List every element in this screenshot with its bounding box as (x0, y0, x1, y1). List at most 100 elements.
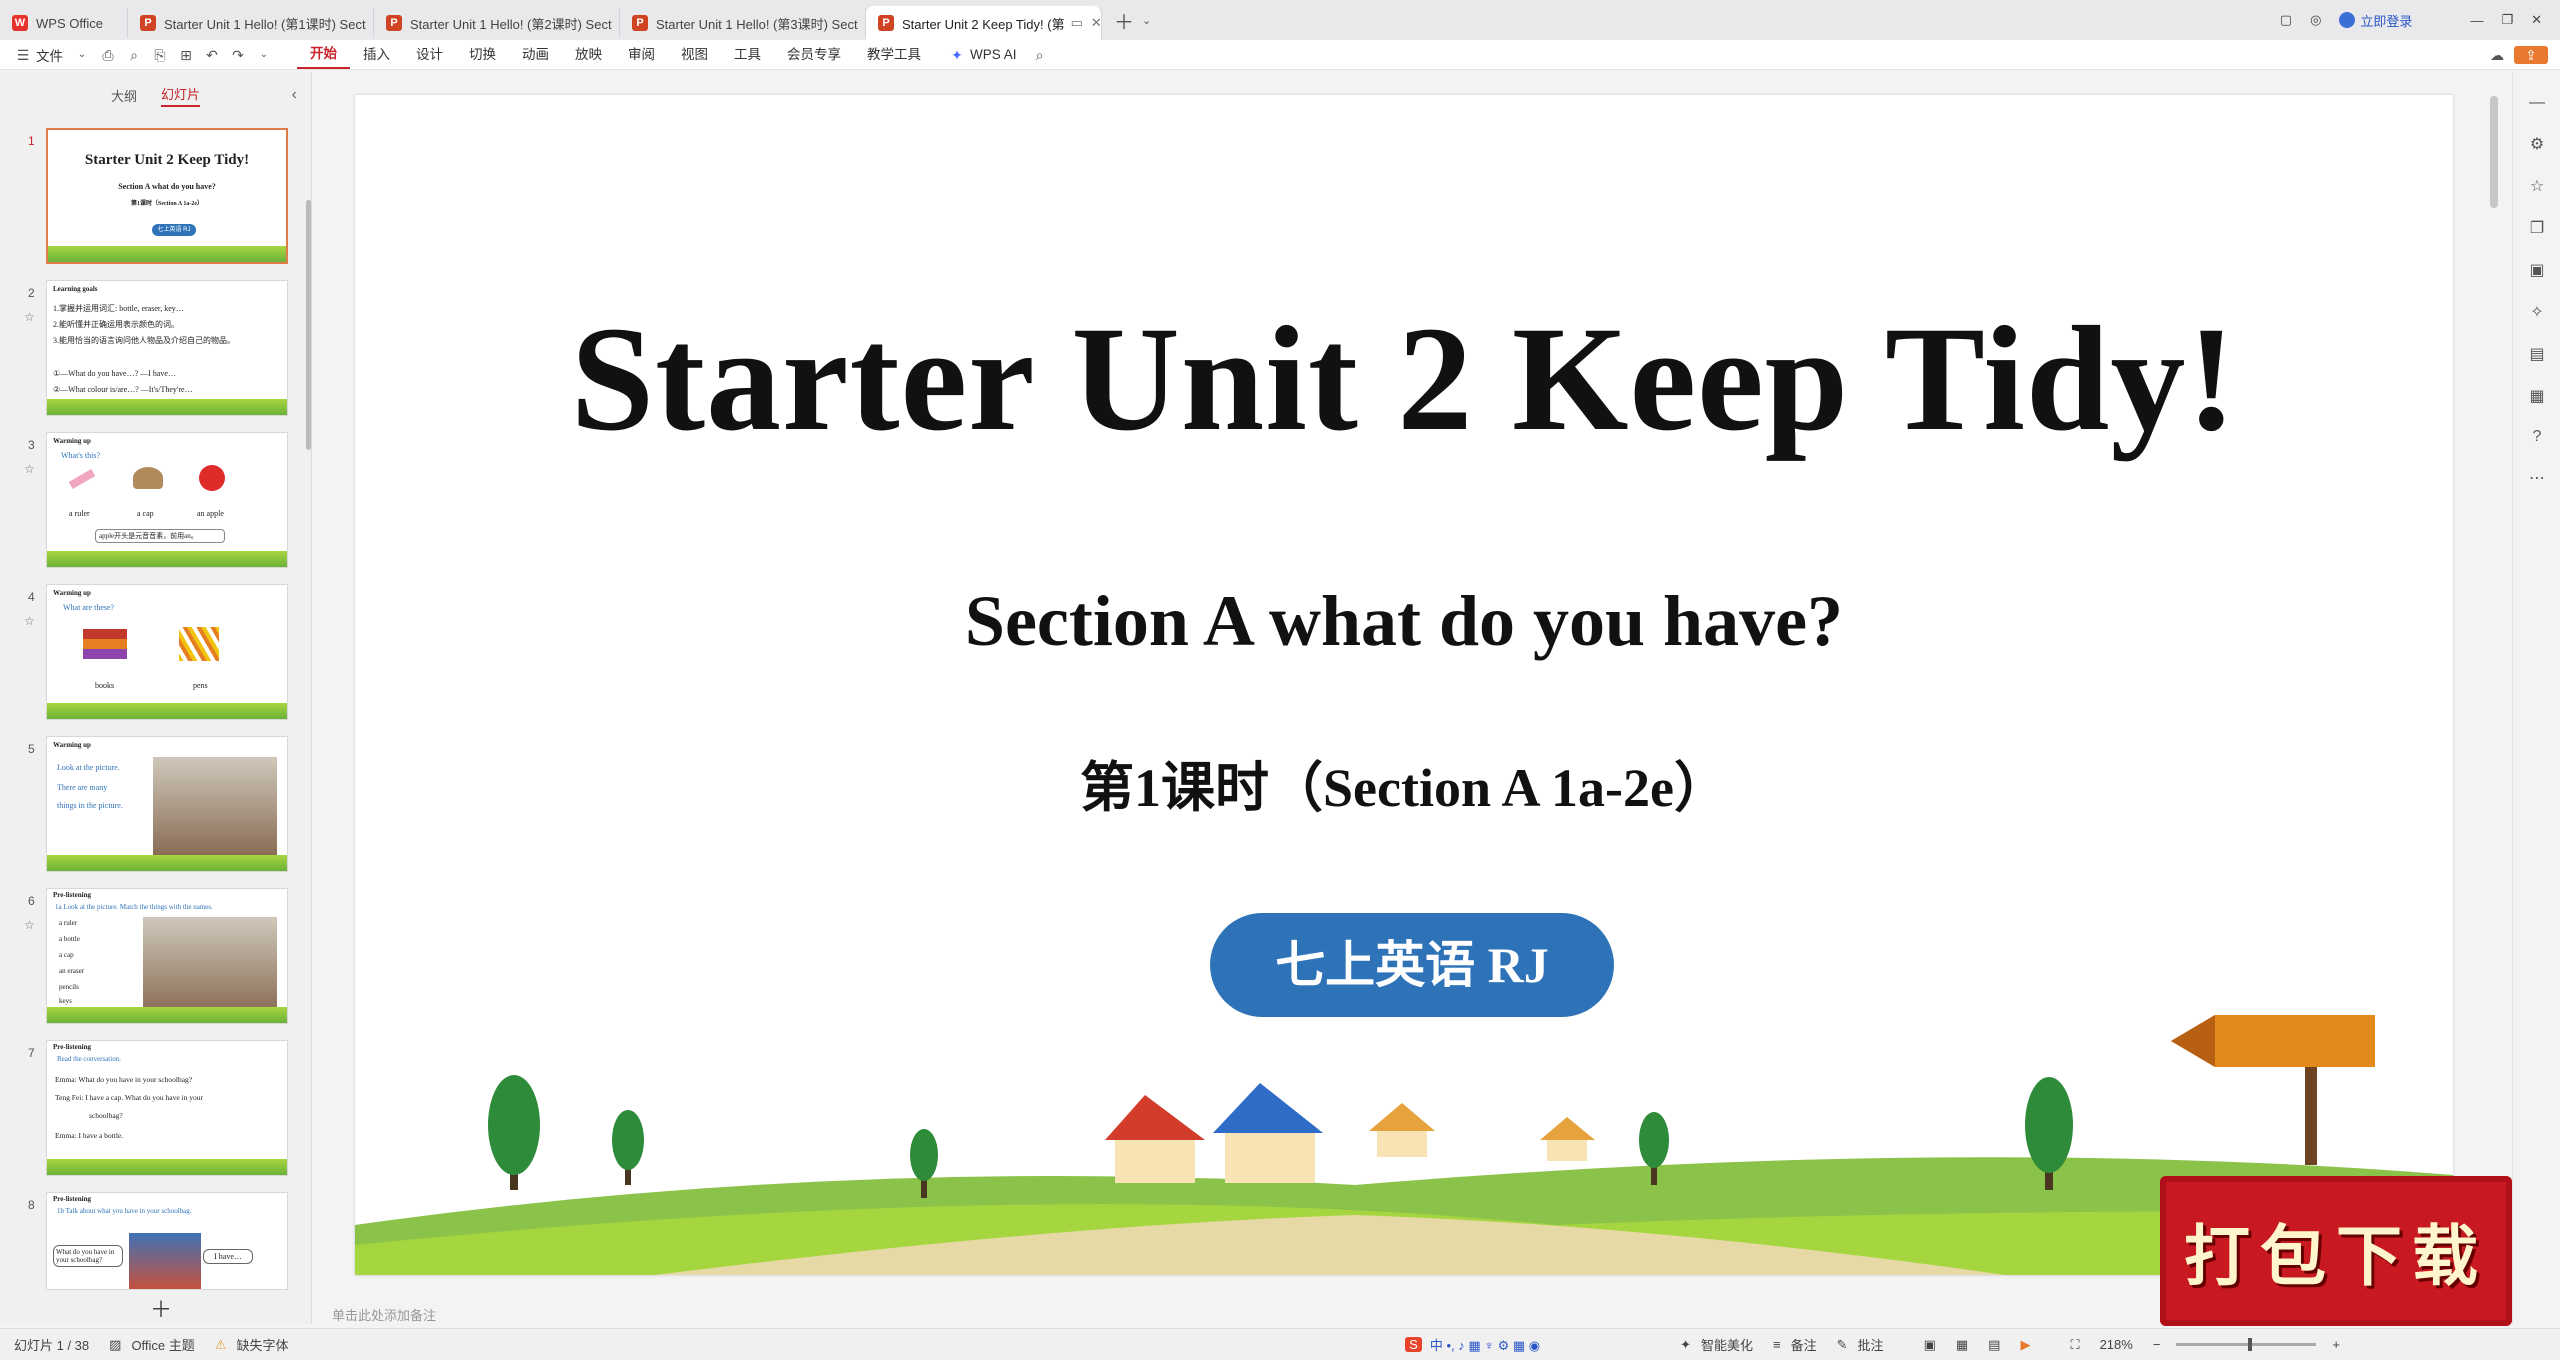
slide-thumbnail-row[interactable]: 6 ☆ Pre-listening 1a Look at the picture… (0, 888, 312, 1028)
tab-animations[interactable]: 动画 (509, 40, 562, 70)
tab-document[interactable]: P Starter Unit 1 Hello! (第1课时) Sect (128, 8, 374, 38)
file-chevron-icon[interactable]: ⌄ (73, 46, 91, 64)
share-icon[interactable]: ⇪ (2514, 45, 2548, 64)
canvas-scrollbar[interactable] (2490, 96, 2498, 208)
slide-thumbnail[interactable]: Warming up What's this? a ruler a cap an… (46, 432, 288, 568)
more-chevron-icon[interactable]: ⌄ (255, 46, 273, 64)
tab-teaching-tools[interactable]: 教学工具 (854, 40, 934, 70)
tab-transitions[interactable]: 切换 (456, 40, 509, 70)
wps-ai-button[interactable]: WPS AI (970, 47, 1017, 62)
tab-monitor-icon[interactable]: ▭ (1071, 15, 1083, 31)
favorite-icon[interactable]: ☆ (2513, 176, 2560, 196)
slide-canvas[interactable]: Starter Unit 2 Keep Tidy! Section A what… (355, 95, 2453, 1275)
tab-slides[interactable]: 幻灯片 (161, 84, 201, 107)
tab-outline[interactable]: 大纲 (111, 86, 137, 105)
comments-button[interactable]: 批注 (1858, 1335, 1894, 1354)
slide-thumbnail[interactable]: Warming up What are these? books pens (46, 584, 288, 720)
zoom-level[interactable]: 218% (2090, 1337, 2143, 1352)
book-icon[interactable]: ▤ (2513, 344, 2560, 364)
tab-wps-office[interactable]: W WPS Office (0, 8, 128, 38)
slide-thumbnail[interactable]: Pre-listening 1b Talk about what you hav… (46, 1192, 288, 1290)
collapse-pane-icon[interactable]: ‹ (292, 86, 297, 104)
slideshow-icon[interactable]: ▶ (2010, 1337, 2040, 1353)
redo-icon[interactable]: ↷ (229, 46, 247, 64)
save-icon[interactable]: ⎙ (99, 46, 117, 64)
slide-thumbnail-row[interactable]: 8 Pre-listening 1b Talk about what you h… (0, 1192, 312, 1292)
notes-button[interactable]: 备注 (1791, 1335, 1827, 1354)
tab-slideshow[interactable]: 放映 (562, 40, 615, 70)
properties-icon[interactable]: ⚙ (2513, 134, 2560, 154)
star-icon[interactable]: ☆ (24, 614, 35, 628)
normal-view-icon[interactable]: ▣ (1914, 1337, 1946, 1353)
slide-lesson[interactable]: 第1课时（Section A 1a-2e） (355, 743, 2453, 822)
sidebar-scrollbar[interactable] (306, 200, 311, 450)
skin-icon[interactable]: ◎ (2310, 12, 2321, 28)
add-slide-icon[interactable]: ＋ (150, 1292, 172, 1324)
new-tab-icon[interactable]: ＋ (1114, 6, 1134, 35)
download-package-stamp[interactable]: 打包下载 (2160, 1176, 2512, 1326)
window-layout-icon[interactable]: ▢ (2280, 12, 2292, 28)
close-tab-icon[interactable]: ✕ (1091, 15, 1101, 31)
star-icon[interactable]: ☆ (24, 462, 35, 476)
slide-thumbnail-row[interactable]: 3 ☆ Warming up What's this? a ruler a ca… (0, 432, 312, 572)
star-icon[interactable]: ☆ (24, 918, 35, 932)
thumb-grass (47, 703, 287, 719)
tab-document[interactable]: P Starter Unit 1 Hello! (第3课时) Sect (620, 8, 866, 38)
layout-icon[interactable]: ▦ (2513, 386, 2560, 406)
slide-thumbnail-row[interactable]: 7 Pre-listening Read the conversation. E… (0, 1040, 312, 1180)
slide-thumbnail[interactable]: Pre-listening 1a Look at the picture. Ma… (46, 888, 288, 1024)
tab-home[interactable]: 开始 (297, 41, 350, 69)
more-icon[interactable]: ⋯ (2513, 468, 2560, 488)
theme-name[interactable]: Office 主题 (131, 1335, 204, 1354)
print-icon[interactable]: ⎘ (151, 46, 169, 64)
slide-thumbnail-row[interactable]: 1 Starter Unit 2 Keep Tidy! Section A wh… (0, 128, 312, 268)
restore-icon[interactable]: ❐ (2501, 12, 2513, 28)
tab-tools[interactable]: 工具 (721, 40, 774, 70)
slide-title[interactable]: Starter Unit 2 Keep Tidy! (355, 293, 2453, 465)
zoom-out-icon[interactable]: − (2143, 1337, 2171, 1352)
help-icon[interactable]: ? (2513, 428, 2560, 446)
minimize-icon[interactable]: — (2470, 13, 2483, 28)
file-menu[interactable]: 文件 (36, 45, 63, 65)
ime-toolbar[interactable]: 中 •, ♪ ▦ ♆ ⚙ ▦ ◉ (1430, 1335, 1550, 1354)
close-window-icon[interactable]: ✕ (2531, 12, 2542, 28)
copy-style-icon[interactable]: ❐ (2513, 218, 2560, 238)
tab-document[interactable]: P Starter Unit 1 Hello! (第2课时) Sect (374, 8, 620, 38)
reading-view-icon[interactable]: ▤ (1978, 1337, 2010, 1353)
zoom-slider-thumb[interactable] (2248, 1338, 2253, 1351)
tab-insert[interactable]: 插入 (350, 40, 403, 70)
slide-thumbnail[interactable]: Starter Unit 2 Keep Tidy! Section A what… (46, 128, 288, 264)
login-link[interactable]: 立即登录 (2339, 11, 2412, 30)
slide-thumbnail[interactable]: Learning goals 1.掌握并运用词汇: bottle, eraser… (46, 280, 288, 416)
tab-document-active[interactable]: P Starter Unit 2 Keep Tidy! (第 ▭ ✕ (866, 6, 1102, 40)
picture-tools-icon[interactable]: ▣ (2513, 260, 2560, 280)
search-icon[interactable]: ⌕ (1031, 46, 1049, 64)
star-icon[interactable]: ☆ (24, 310, 35, 324)
zoom-slider[interactable] (2176, 1338, 2317, 1351)
collapse-panel-icon[interactable]: — (2513, 94, 2560, 112)
print-preview-icon[interactable]: ⊞ (177, 46, 195, 64)
sorter-view-icon[interactable]: ▦ (1946, 1337, 1978, 1353)
hamburger-menu-icon[interactable]: ☰ (14, 46, 32, 64)
missing-fonts-button[interactable]: 缺失字体 (236, 1335, 298, 1354)
thumb-item: an eraser (59, 967, 85, 975)
cloud-sync-icon[interactable]: ☁ (2488, 46, 2506, 64)
tab-review[interactable]: 审阅 (615, 40, 668, 70)
search-file-icon[interactable]: ⌕ (125, 46, 143, 64)
tab-member[interactable]: 会员专享 (774, 40, 854, 70)
slide-subtitle[interactable]: Section A what do you have? (355, 580, 2453, 663)
slide-thumbnail[interactable]: Pre-listening Read the conversation. Emm… (46, 1040, 288, 1176)
tab-list-chevron-icon[interactable]: ⌄ (1142, 14, 1151, 27)
slide-thumbnail-row[interactable]: 5 Warming up Look at the picture. There … (0, 736, 312, 876)
tab-view[interactable]: 视图 (668, 40, 721, 70)
undo-icon[interactable]: ↶ (203, 46, 221, 64)
slide-thumbnail-row[interactable]: 4 ☆ Warming up What are these? books pen… (0, 584, 312, 724)
zoom-in-icon[interactable]: + (2322, 1337, 2560, 1352)
fit-window-icon[interactable]: ⛶ (2060, 1337, 2089, 1353)
tab-design[interactable]: 设计 (403, 40, 456, 70)
smart-beautify-button[interactable]: 智能美化 (1701, 1335, 1763, 1354)
slide-thumbnail[interactable]: Warming up Look at the picture. There ar… (46, 736, 288, 872)
slide-thumbnail-row[interactable]: 2 ☆ Learning goals 1.掌握并运用词汇: bottle, er… (0, 280, 312, 420)
input-method-icon[interactable]: S (1405, 1337, 1422, 1352)
magic-icon[interactable]: ✧ (2513, 302, 2560, 322)
